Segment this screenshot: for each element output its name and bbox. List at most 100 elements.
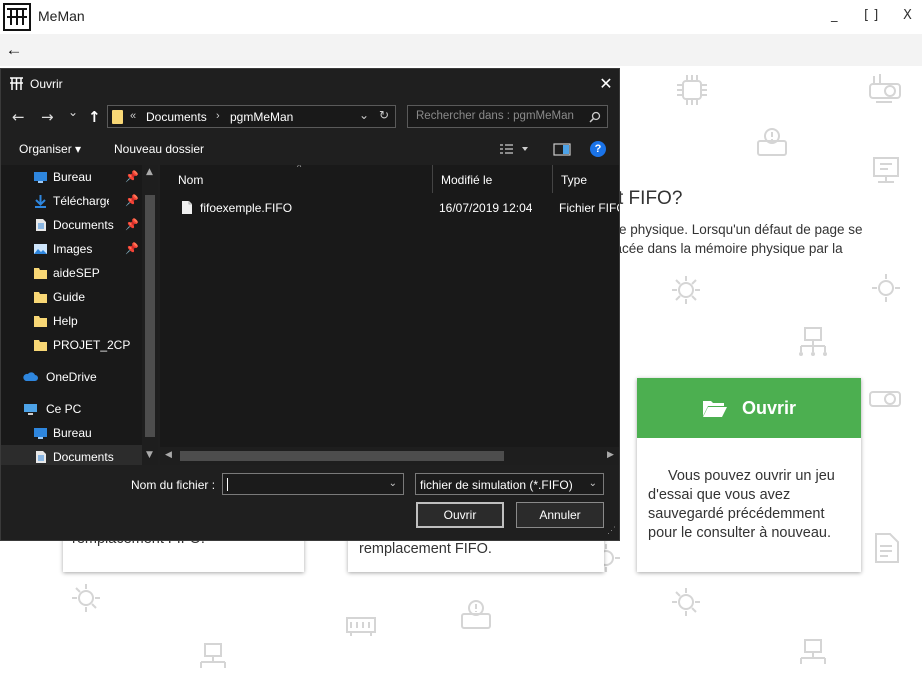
gear-doodle-icon (866, 268, 906, 308)
nav-pane-scrollbar[interactable]: ▲ ▼ (142, 165, 158, 465)
cloud-icon (23, 372, 38, 381)
scroll-up-icon[interactable]: ▲ (146, 167, 153, 177)
network-doodle-icon (793, 636, 833, 676)
scrollbar-thumb[interactable] (180, 451, 504, 461)
nav-item-projet-2cp[interactable]: PROJET_2CP (1, 333, 142, 357)
nav-up-button[interactable]: ↑ (88, 108, 101, 126)
nav-item-images[interactable]: Images 📌 (1, 237, 142, 261)
open-button[interactable]: Ouvrir (416, 502, 504, 528)
intro-paragraph: oire physique. Lorsqu'un défaut de page … (604, 220, 922, 258)
network-doodle-icon (793, 322, 833, 362)
scroll-right-icon[interactable]: ▶ (607, 450, 614, 460)
breadcrumb-documents[interactable]: Documents (146, 110, 207, 124)
minimize-button[interactable]: _ (831, 8, 838, 23)
column-header-modified[interactable]: Modifié le (433, 165, 553, 193)
intro-line-1: oire physique. Lorsqu'un défaut de page … (604, 222, 863, 237)
chevron-down-icon[interactable]: ⌄ (389, 478, 397, 489)
nav-back-button[interactable]: ← (12, 108, 25, 126)
search-placeholder: Rechercher dans : pgmMeMan (416, 110, 574, 122)
nav-item-aidesep[interactable]: aideSEP (1, 261, 142, 285)
view-options-icon[interactable] (499, 143, 529, 155)
recent-locations-button[interactable]: ⌄ (68, 105, 78, 119)
document-icon (36, 219, 46, 231)
pin-icon: 📌 (125, 170, 139, 183)
maximize-button[interactable]: [ ] (864, 8, 878, 23)
nav-item-guide[interactable]: Guide (1, 285, 142, 309)
app-titlebar: MeMan _ [ ] X (0, 0, 922, 34)
nav-item-documents-pc[interactable]: Documents (1, 445, 142, 465)
folder-icon (34, 316, 47, 327)
address-dropdown-icon[interactable]: ⌄ (359, 108, 369, 122)
image-icon (34, 244, 47, 254)
warning-doodle-icon (456, 596, 496, 636)
dialog-close-button[interactable]: ✕ (595, 73, 617, 95)
dialog-title: Ouvrir (30, 77, 63, 91)
help-icon[interactable]: ? (590, 141, 606, 157)
page-heading: t FIFO? (618, 188, 683, 209)
scroll-down-icon[interactable]: ▼ (146, 450, 153, 460)
intro-line-2: placée dans la mémoire physique par la (604, 241, 843, 256)
nav-item-help[interactable]: Help (1, 309, 142, 333)
address-bar[interactable]: « Documents › pgmMeMan ⌄ ↻ (107, 105, 396, 128)
open-card-header[interactable]: Ouvrir (637, 378, 861, 438)
nav-item-label: Guide (53, 290, 86, 304)
app-title: MeMan (38, 8, 85, 24)
gear-doodle-icon (666, 582, 706, 622)
breadcrumb-overflow[interactable]: « (130, 110, 136, 122)
cancel-button[interactable]: Annuler (516, 502, 604, 528)
nav-item-bureau[interactable]: Bureau 📌 (1, 165, 142, 189)
file-modified: 16/07/2019 12:04 (439, 201, 533, 215)
preview-pane-icon[interactable] (553, 143, 571, 156)
open-folder-icon (702, 401, 727, 417)
organize-button[interactable]: Organiser ▾ (19, 142, 81, 156)
column-header-name[interactable]: Nom (170, 165, 433, 193)
resize-grip-icon[interactable]: ⋰ (607, 525, 616, 536)
screen-doodle-icon (866, 150, 906, 190)
refresh-icon[interactable]: ↻ (379, 108, 389, 122)
nav-item-ce-pc[interactable]: Ce PC (1, 397, 142, 421)
pin-icon: 📌 (125, 218, 139, 231)
column-header-type[interactable]: Type (553, 165, 619, 193)
breadcrumb-pgmmeman[interactable]: pgmMeMan (230, 110, 293, 124)
folder-icon (34, 292, 47, 303)
nav-item-label: Bureau (53, 426, 92, 440)
file-row[interactable]: fifoexemple.FIFO 16/07/2019 12:04 Fichie… (160, 197, 619, 219)
nav-item-label: aideSEP (53, 266, 100, 280)
nav-item-telechargements[interactable]: Téléchargements 📌 (1, 189, 142, 213)
document-icon (36, 451, 46, 463)
nav-item-label: PROJET_2CP (53, 338, 131, 352)
search-icon (589, 111, 601, 123)
card-middle-text: remplacement FIFO. (359, 541, 492, 557)
open-card[interactable]: Ouvrir Vous pouvez ouvrir un jeu d'essai… (637, 378, 861, 572)
chip-doodle-icon (672, 70, 712, 110)
file-type-filter[interactable]: fichier de simulation (*.FIFO) ⌄ (415, 473, 604, 495)
file-list: Nom ^ Modifié le Type fifoexemple.FIFO 1… (160, 165, 619, 465)
app-close-button[interactable]: X (903, 8, 912, 23)
nav-item-label: OneDrive (46, 370, 97, 384)
folder-icon (34, 268, 47, 279)
file-list-hscrollbar[interactable]: ◀ ▶ (160, 447, 619, 465)
new-folder-button[interactable]: Nouveau dossier (114, 142, 204, 156)
memory-doodle-icon (341, 606, 381, 646)
computer-icon (24, 404, 37, 415)
open-file-dialog: Ouvrir ✕ ← → ⌄ ↑ « Documents › pgmMeMan … (0, 68, 620, 541)
search-input[interactable]: Rechercher dans : pgmMeMan (407, 105, 608, 128)
document-doodle-icon (866, 528, 906, 568)
scroll-left-icon[interactable]: ◀ (165, 450, 172, 460)
nav-item-label: Ce PC (46, 402, 82, 416)
dialog-titlebar: Ouvrir ✕ (1, 69, 619, 100)
chevron-down-icon[interactable]: ⌄ (589, 478, 597, 489)
nav-forward-button[interactable]: → (41, 108, 54, 126)
address-row: ← → ⌄ ↑ « Documents › pgmMeMan ⌄ ↻ Reche… (1, 100, 619, 134)
filename-label: Nom du fichier : (131, 478, 216, 492)
nav-item-onedrive[interactable]: OneDrive (1, 365, 142, 389)
back-button[interactable]: ← (0, 34, 28, 66)
nav-item-label: Images (53, 242, 93, 256)
nav-item-bureau-pc[interactable]: Bureau (1, 421, 142, 445)
filename-input[interactable]: ⌄ (222, 473, 404, 495)
scrollbar-thumb[interactable] (145, 195, 155, 437)
dialog-footer: Nom du fichier : ⌄ fichier de simulation… (1, 465, 619, 540)
nav-item-documents[interactable]: Documents 📌 (1, 213, 142, 237)
open-card-body: Vous pouvez ouvrir un jeu d'essai que vo… (648, 468, 835, 541)
desktop-icon (34, 428, 47, 439)
